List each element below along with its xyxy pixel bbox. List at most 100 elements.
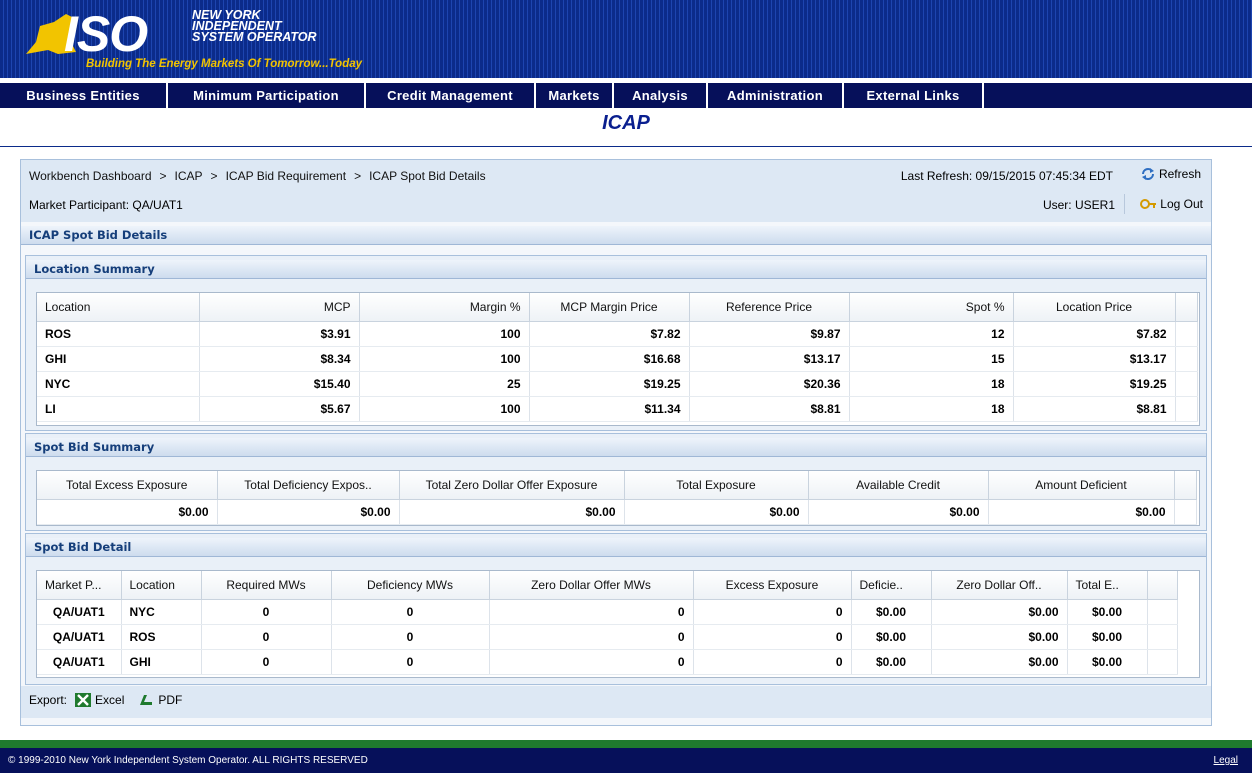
table-row[interactable]: LI $5.67 100 $11.34 $8.81 18 $8.81 xyxy=(37,396,1198,422)
table-cell: $8.34 xyxy=(199,346,360,372)
table-cell: $0.00 xyxy=(1067,624,1148,650)
footer-legal-link[interactable]: Legal xyxy=(1214,755,1238,766)
location-summary-grid: Location MCP Margin % MCP Margin Price R… xyxy=(36,292,1200,426)
col-market-participant[interactable]: Market P... xyxy=(37,571,122,600)
spot-bid-summary-table: Total Excess Exposure Total Deficiency E… xyxy=(37,471,1197,525)
col-mcp-margin-price[interactable]: MCP Margin Price xyxy=(529,293,690,322)
breadcrumb-icap[interactable]: ICAP xyxy=(175,169,203,183)
table-cell: 0 xyxy=(489,599,694,625)
breadcrumb-bar: Workbench Dashboard > ICAP > ICAP Bid Requir… xyxy=(21,160,1211,222)
header-divider xyxy=(1124,194,1125,214)
table-cell: $0.00 xyxy=(851,649,932,675)
col-reference-price[interactable]: Reference Price xyxy=(689,293,850,322)
table-row[interactable]: $0.00 $0.00 $0.00 $0.00 $0.00 $0.00 xyxy=(37,499,1197,525)
col-available-credit[interactable]: Available Credit xyxy=(808,471,989,500)
col-mcp[interactable]: MCP xyxy=(199,293,360,322)
nav-administration[interactable]: Administration xyxy=(708,83,844,108)
spot-bid-summary-grid: Total Excess Exposure Total Deficiency E… xyxy=(36,470,1200,526)
col-total-zero-dollar-offer-exposure[interactable]: Total Zero Dollar Offer Exposure xyxy=(399,471,625,500)
table-cell: ROS xyxy=(37,321,200,347)
col-total-exposure[interactable]: Total Exposure xyxy=(624,471,809,500)
table-cell: $0.00 xyxy=(1067,599,1148,625)
col-total-exposure[interactable]: Total E.. xyxy=(1067,571,1148,600)
table-row[interactable]: QA/UAT1 ROS 0 0 0 0 $0.00 $0.00 $0.00 xyxy=(37,624,1178,650)
col-margin-pct[interactable]: Margin % xyxy=(359,293,530,322)
table-cell: NYC xyxy=(37,371,200,397)
table-row[interactable]: GHI $8.34 100 $16.68 $13.17 15 $13.17 xyxy=(37,346,1198,372)
nyiso-logo[interactable]: ISO NEW YORK INDEPENDENT SYSTEM OPERATOR… xyxy=(18,4,388,74)
table-cell: $13.17 xyxy=(1013,346,1176,372)
table-cell: $7.82 xyxy=(529,321,690,347)
table-cell: 0 xyxy=(331,624,490,650)
panel-title: ICAP Spot Bid Details xyxy=(21,226,1211,245)
table-cell: 100 xyxy=(359,346,530,372)
export-bar xyxy=(21,686,1211,718)
table-cell: 100 xyxy=(359,396,530,422)
table-cell: NYC xyxy=(121,599,202,625)
breadcrumb-workbench[interactable]: Workbench Dashboard xyxy=(29,169,152,183)
col-zero-dollar-offer-mws[interactable]: Zero Dollar Offer MWs xyxy=(489,571,694,600)
table-row[interactable]: QA/UAT1 NYC 0 0 0 0 $0.00 $0.00 $0.00 xyxy=(37,599,1178,625)
nav-business-entities[interactable]: Business Entities xyxy=(0,83,168,108)
col-deficiency-mws[interactable]: Deficiency MWs xyxy=(331,571,490,600)
col-location-price[interactable]: Location Price xyxy=(1013,293,1176,322)
table-header-row: Location MCP Margin % MCP Margin Price R… xyxy=(37,293,1198,322)
table-cell: $16.68 xyxy=(529,346,690,372)
col-excess-exposure[interactable]: Excess Exposure xyxy=(693,571,852,600)
table-row[interactable]: ROS $3.91 100 $7.82 $9.87 12 $7.82 xyxy=(37,321,1198,347)
header-filler xyxy=(1175,293,1198,322)
header-filler xyxy=(1174,471,1197,500)
table-cell: 0 xyxy=(331,649,490,675)
table-cell: QA/UAT1 xyxy=(37,624,122,650)
location-summary-panel: Location Summary Location MCP Margin % M… xyxy=(25,255,1207,431)
col-required-mws[interactable]: Required MWs xyxy=(201,571,332,600)
table-cell: 15 xyxy=(849,346,1014,372)
table-cell: QA/UAT1 xyxy=(37,599,122,625)
col-spot-pct[interactable]: Spot % xyxy=(849,293,1014,322)
pdf-icon[interactable] xyxy=(138,693,154,707)
table-cell: 18 xyxy=(849,396,1014,422)
nav-credit-management[interactable]: Credit Management xyxy=(366,83,536,108)
footer-stripe xyxy=(0,740,1252,748)
nav-markets[interactable]: Markets xyxy=(536,83,614,108)
nav-analysis[interactable]: Analysis xyxy=(614,83,708,108)
row-filler xyxy=(1175,321,1198,347)
logout-button[interactable]: Log Out xyxy=(1139,196,1203,212)
table-cell: $0.00 xyxy=(217,499,400,525)
col-location[interactable]: Location xyxy=(121,571,202,600)
table-cell: 0 xyxy=(201,624,332,650)
col-total-excess-exposure[interactable]: Total Excess Exposure xyxy=(37,471,218,500)
breadcrumb-bid-requirement[interactable]: ICAP Bid Requirement xyxy=(226,169,347,183)
table-cell: 12 xyxy=(849,321,1014,347)
table-cell: $0.00 xyxy=(851,624,932,650)
export-excel-link[interactable]: Excel xyxy=(95,693,124,707)
main-panel: Workbench Dashboard > ICAP > ICAP Bid Requir… xyxy=(20,159,1212,726)
last-refresh: Last Refresh: 09/15/2015 07:45:34 EDT xyxy=(900,169,1113,183)
table-cell: $0.00 xyxy=(931,599,1068,625)
export-pdf-link[interactable]: PDF xyxy=(158,693,182,707)
location-summary-table: Location MCP Margin % MCP Margin Price R… xyxy=(37,293,1198,422)
col-deficiency[interactable]: Deficie.. xyxy=(851,571,932,600)
table-cell: 0 xyxy=(201,649,332,675)
col-zero-dollar-offer[interactable]: Zero Dollar Off.. xyxy=(931,571,1068,600)
table-row[interactable]: QA/UAT1 GHI 0 0 0 0 $0.00 $0.00 $0.00 xyxy=(37,649,1178,675)
refresh-button[interactable]: Refresh xyxy=(1140,167,1201,181)
nav-external-links[interactable]: External Links xyxy=(844,83,984,108)
col-amount-deficient[interactable]: Amount Deficient xyxy=(988,471,1175,500)
table-cell: $19.25 xyxy=(529,371,690,397)
table-header-row: Market P... Location Required MWs Defici… xyxy=(37,571,1178,600)
excel-icon[interactable] xyxy=(75,693,92,707)
table-cell: $13.17 xyxy=(689,346,850,372)
row-filler xyxy=(1174,499,1197,525)
user-label: User: USER1 xyxy=(1042,198,1115,212)
col-location[interactable]: Location xyxy=(37,293,200,322)
header-filler xyxy=(1147,571,1178,600)
market-participant: Market Participant: QA/UAT1 xyxy=(29,198,183,212)
table-row[interactable]: NYC $15.40 25 $19.25 $20.36 18 $19.25 xyxy=(37,371,1198,397)
table-cell: $0.00 xyxy=(808,499,989,525)
col-total-deficiency-exposure[interactable]: Total Deficiency Expos.. xyxy=(217,471,400,500)
nav-minimum-participation[interactable]: Minimum Participation xyxy=(168,83,366,108)
page-title: ICAP xyxy=(602,112,650,134)
spot-bid-summary-panel: Spot Bid Summary Total Excess Exposure T… xyxy=(25,433,1207,531)
table-header-row: Total Excess Exposure Total Deficiency E… xyxy=(37,471,1197,500)
